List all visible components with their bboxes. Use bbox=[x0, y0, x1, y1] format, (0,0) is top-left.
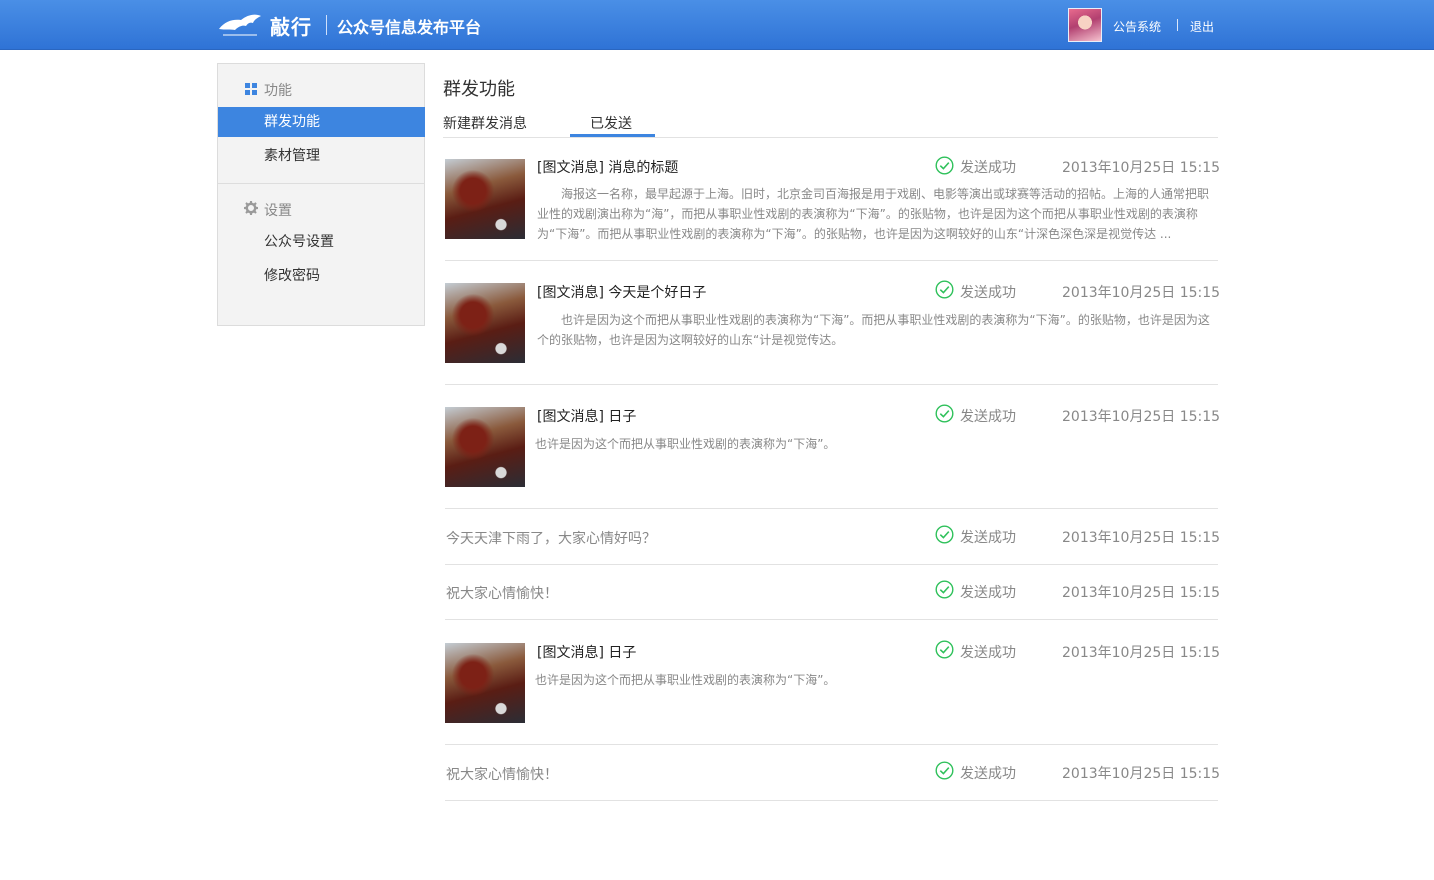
message-title[interactable]: [图文消息] 日子 bbox=[537, 406, 636, 426]
message-text[interactable]: 祝大家心情愉快！ bbox=[446, 764, 558, 784]
sent-time: 2013年10月25日 15:15 bbox=[1062, 766, 1221, 782]
list-item[interactable]: [图文消息] 日子 发送成功 2013年10月25日 15:15 也许是因为这个… bbox=[445, 620, 1221, 745]
message-excerpt: 海报这一名称，最早起源于上海。旧时，北京金司百海报是用于戏剧、电影等演出或球赛等… bbox=[537, 187, 1210, 241]
sidebar-divider bbox=[218, 183, 425, 184]
list-item[interactable]: 今天天津下雨了，大家心情好吗？ 发送成功 2013年10月25日 15:15 bbox=[445, 509, 1221, 565]
check-circle-icon bbox=[935, 280, 954, 299]
message-title[interactable]: [图文消息] 今天是个好日子 bbox=[537, 282, 706, 302]
check-circle-icon bbox=[935, 156, 954, 175]
list-item[interactable]: 祝大家心情愉快！ 发送成功 2013年10月25日 15:15 bbox=[445, 565, 1221, 620]
message-title[interactable]: [图文消息] 日子 bbox=[537, 642, 636, 662]
check-circle-icon bbox=[935, 525, 954, 544]
sidebar: 功能 群发功能 素材管理 设置 公众号设置 修改密码 bbox=[217, 63, 425, 326]
message-excerpt: 也许是因为这个而把从事职业性戏剧的表演称为“下海”。 bbox=[535, 437, 836, 451]
message-thumbnail bbox=[445, 407, 525, 487]
message-text[interactable]: 祝大家心情愉快！ bbox=[446, 583, 558, 603]
sidebar-section-function: 功能 bbox=[264, 83, 292, 99]
status-text: 发送成功 bbox=[960, 645, 1016, 661]
platform-title: 公众号信息发布平台 bbox=[337, 18, 482, 37]
message-thumbnail bbox=[445, 159, 525, 239]
leopard-logo-icon bbox=[219, 14, 261, 36]
check-circle-icon bbox=[935, 640, 954, 659]
list-item[interactable]: [图文消息] 消息的标题 发送成功 2013年10月25日 15:15 海报这一… bbox=[445, 138, 1221, 261]
message-text[interactable]: 今天天津下雨了，大家心情好吗？ bbox=[446, 528, 656, 548]
tab-sent[interactable]: 已发送 bbox=[590, 113, 632, 133]
sent-time: 2013年10月25日 15:15 bbox=[1062, 585, 1221, 601]
list-item[interactable]: [图文消息] 今天是个好日子 发送成功 2013年10月25日 15:15 也许… bbox=[445, 261, 1221, 385]
status-text: 发送成功 bbox=[960, 766, 1016, 782]
gear-icon bbox=[244, 201, 258, 215]
status-text: 发送成功 bbox=[960, 160, 1016, 176]
sent-time: 2013年10月25日 15:15 bbox=[1062, 530, 1221, 546]
page-title: 群发功能 bbox=[443, 79, 515, 100]
message-title[interactable]: [图文消息] 消息的标题 bbox=[537, 157, 678, 177]
sidebar-item-materials[interactable]: 素材管理 bbox=[218, 141, 425, 171]
status-text: 发送成功 bbox=[960, 285, 1016, 301]
sidebar-item-account-settings[interactable]: 公众号设置 bbox=[218, 227, 425, 257]
sidebar-section-settings: 设置 bbox=[264, 203, 292, 219]
user-avatar[interactable] bbox=[1068, 8, 1102, 42]
sent-time: 2013年10月25日 15:15 bbox=[1062, 160, 1221, 176]
message-excerpt: 也许是因为这个而把从事职业性戏剧的表演称为“下海”。而把从事职业性戏剧的表演称为… bbox=[537, 313, 1210, 347]
message-excerpt: 也许是因为这个而把从事职业性戏剧的表演称为“下海”。 bbox=[535, 673, 836, 687]
top-header: 敲行 公众号信息发布平台 公告系统 退出 bbox=[0, 0, 1434, 50]
tab-new-mass-message[interactable]: 新建群发消息 bbox=[443, 113, 527, 133]
grid-icon bbox=[245, 83, 257, 95]
list-item[interactable]: [图文消息] 日子 发送成功 2013年10月25日 15:15 也许是因为这个… bbox=[445, 385, 1221, 509]
message-thumbnail bbox=[445, 643, 525, 723]
check-circle-icon bbox=[935, 404, 954, 423]
status-text: 发送成功 bbox=[960, 585, 1016, 601]
check-circle-icon bbox=[935, 761, 954, 780]
header-link-divider bbox=[1177, 19, 1178, 31]
sent-time: 2013年10月25日 15:15 bbox=[1062, 645, 1221, 661]
brand-name: 敲行 bbox=[270, 15, 312, 39]
message-thumbnail bbox=[445, 283, 525, 363]
sidebar-item-change-password[interactable]: 修改密码 bbox=[218, 261, 425, 291]
sidebar-item-mass-send[interactable]: 群发功能 bbox=[218, 107, 425, 137]
status-text: 发送成功 bbox=[960, 530, 1016, 546]
check-circle-icon bbox=[935, 580, 954, 599]
logout-link[interactable]: 退出 bbox=[1190, 18, 1214, 35]
status-text: 发送成功 bbox=[960, 409, 1016, 425]
announcement-system-link[interactable]: 公告系统 bbox=[1113, 18, 1161, 35]
brand-divider bbox=[326, 15, 327, 35]
list-item[interactable]: 祝大家心情愉快！ 发送成功 2013年10月25日 15:15 bbox=[445, 745, 1221, 801]
sent-time: 2013年10月25日 15:15 bbox=[1062, 409, 1221, 425]
sent-time: 2013年10月25日 15:15 bbox=[1062, 285, 1221, 301]
